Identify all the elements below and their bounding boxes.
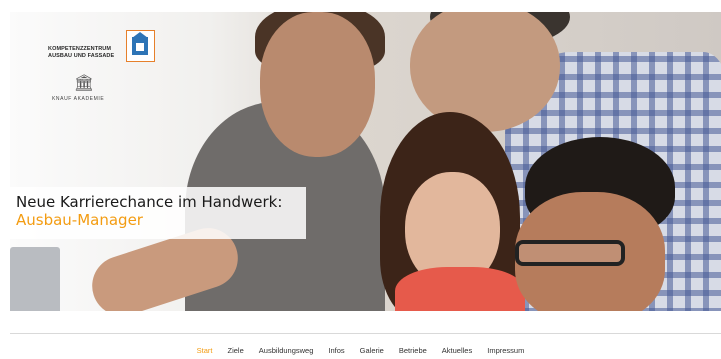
- logo-text: KOMPETENZZENTRUM AUSBAU UND FASSADE: [48, 46, 114, 60]
- hero-subheadline: Ausbau-Manager: [16, 211, 143, 229]
- nav-item-betriebe[interactable]: Betriebe: [399, 346, 427, 358]
- nav-item-ausbildungsweg[interactable]: Ausbildungsweg: [259, 346, 314, 358]
- logo[interactable]: KOMPETENZZENTRUM AUSBAU UND FASSADE 🏛 KN…: [38, 30, 168, 110]
- divider: [10, 333, 721, 334]
- logo-line-1: KOMPETENZZENTRUM: [48, 46, 112, 52]
- knauf-akademie-label: KNAUF AKADEMIE: [52, 96, 105, 102]
- monitor-shape: [10, 247, 60, 311]
- person-shape: [395, 267, 525, 311]
- hero-headline: Neue Karrierechance im Handwerk:: [16, 193, 283, 211]
- nav-item-impressum[interactable]: Impressum: [487, 346, 524, 358]
- nav-item-infos[interactable]: Infos: [328, 346, 344, 358]
- main-nav: Start Ziele Ausbildungsweg Infos Galerie…: [0, 346, 721, 358]
- nav-item-aktuelles[interactable]: Aktuelles: [442, 346, 472, 358]
- nav-item-ziele[interactable]: Ziele: [228, 346, 244, 358]
- hero-headline-box: Neue Karrierechance im Handwerk: Ausbau-…: [10, 187, 306, 239]
- page: KOMPETENZZENTRUM AUSBAU UND FASSADE 🏛 KN…: [0, 0, 721, 359]
- nav-item-start[interactable]: Start: [197, 346, 213, 358]
- logo-line-2: AUSBAU UND FASSADE: [48, 53, 115, 59]
- nav-item-galerie[interactable]: Galerie: [360, 346, 384, 358]
- person-shape: [515, 240, 625, 266]
- house-icon: [126, 30, 155, 62]
- person-shape: [260, 12, 375, 157]
- building-columns-icon: 🏛: [73, 73, 95, 92]
